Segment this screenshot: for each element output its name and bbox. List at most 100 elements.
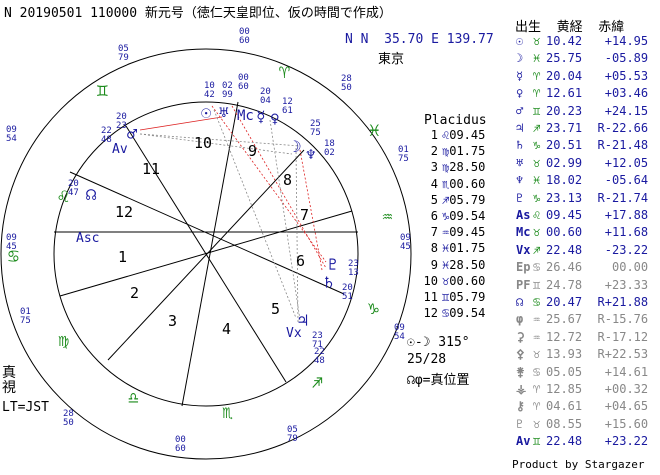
vertex-degree: 48 bbox=[314, 356, 325, 366]
body-longitude: 20.04 bbox=[546, 68, 583, 83]
uranus-degree: 99 bbox=[222, 90, 233, 100]
mercury-degree: 04 bbox=[260, 96, 271, 106]
cusp-12-6 bbox=[69, 171, 345, 295]
body-symbol: ⚶ bbox=[516, 382, 527, 396]
body-sign-glyph: ♉ bbox=[533, 416, 541, 431]
cusp-degree: 54 bbox=[394, 332, 405, 342]
body-declination: -05.64 bbox=[604, 173, 649, 188]
body-position-row: ☿ ♈ 20.04 +05.53 bbox=[516, 69, 648, 83]
body-declination: -05.89 bbox=[604, 51, 649, 66]
node-degree: 47 bbox=[68, 188, 79, 198]
body-sign-glyph: ♐ bbox=[533, 121, 541, 135]
cusp-degree: 45 bbox=[400, 242, 411, 252]
house-number-label: 8 bbox=[430, 241, 438, 256]
body-sign-glyph: ♉ bbox=[533, 155, 541, 170]
cusp-degree-value: 00.60 bbox=[449, 273, 486, 288]
body-longitude: 13.93 bbox=[546, 347, 583, 362]
body-declination: R-21.48 bbox=[597, 138, 649, 153]
vertex-glyph: Vx bbox=[286, 326, 302, 341]
saturn-glyph: ♄ bbox=[324, 273, 334, 292]
house-cusp-row: 1 ♌09.45 bbox=[418, 128, 486, 142]
cusp-degree: 75 bbox=[20, 316, 31, 326]
mercury-glyph: ☿ bbox=[256, 107, 266, 126]
sun-degree: 42 bbox=[204, 90, 215, 100]
lunar-phase-angle: ☉-☽ 315° bbox=[407, 335, 470, 350]
body-sign-glyph: ♊ bbox=[533, 103, 541, 118]
house-number-label: 5 bbox=[430, 192, 438, 207]
house-cusp-row: 4 ♏00.60 bbox=[418, 176, 486, 191]
house-number-label: 9 bbox=[430, 257, 438, 272]
moon-glyph: ☽ bbox=[292, 137, 302, 156]
house-number: 1 bbox=[118, 248, 127, 266]
body-position-row: Ep ♋ 26.46 00.00 bbox=[516, 260, 648, 274]
pisces-glyph: ♓ bbox=[369, 120, 380, 141]
body-position-row: ☊ ♋ 20.47 R+21.88 bbox=[516, 295, 648, 309]
body-symbol: ♂ bbox=[516, 103, 524, 118]
body-longitude: 26.46 bbox=[546, 260, 583, 275]
body-declination: +04.65 bbox=[604, 399, 649, 414]
cusp-3-9 bbox=[107, 149, 305, 361]
body-symbol: ☿ bbox=[516, 68, 524, 83]
body-declination: R-21.74 bbox=[597, 190, 649, 205]
house-cusp-row: 12 ♋09.54 bbox=[418, 306, 486, 320]
body-longitude: 04.61 bbox=[546, 399, 583, 414]
body-symbol: ♄ bbox=[516, 138, 524, 153]
cusp-degree-value: 00.60 bbox=[449, 176, 486, 191]
house-number-label: 6 bbox=[430, 209, 438, 223]
body-declination: +17.88 bbox=[604, 208, 649, 222]
timezone-label: LT=JST bbox=[2, 400, 49, 415]
cusp-degree-value: 01.75 bbox=[449, 241, 486, 256]
house-number: 3 bbox=[168, 312, 177, 330]
body-position-row: Vx ♐ 22.48 -23.22 bbox=[516, 243, 648, 257]
horoscope-wheel: 1 2 3 4 5 6 7 8 9 10 11 12 ♈ ♓ ♒ ♑ ♐ ♏ ♎… bbox=[0, 27, 412, 460]
body-sign-glyph: ♈ bbox=[533, 68, 541, 83]
body-position-row: ♀ ♈ 12.61 +03.46 bbox=[516, 86, 648, 100]
body-symbol: PF bbox=[516, 277, 531, 292]
body-declination: R+21.88 bbox=[597, 295, 649, 309]
body-longitude: 09.45 bbox=[546, 208, 583, 222]
body-sign-glyph: ♊ bbox=[533, 434, 541, 449]
house-number: 8 bbox=[283, 171, 292, 189]
house-number: 11 bbox=[142, 160, 160, 178]
body-symbol: ⚴ bbox=[516, 347, 525, 362]
body-position-row: Mc ♉ 00.60 +11.68 bbox=[516, 225, 648, 239]
body-symbol: ☽ bbox=[516, 51, 524, 66]
body-symbol: ⚷ bbox=[516, 399, 525, 414]
body-symbol: Ep bbox=[516, 260, 531, 275]
body-declination: +00.32 bbox=[604, 382, 649, 396]
body-symbol: Vx bbox=[516, 242, 531, 257]
body-position-row: ♃ ♐ 23.71 R-22.66 bbox=[516, 121, 648, 135]
body-declination: +11.68 bbox=[604, 225, 649, 240]
cusp-degree: 45 bbox=[6, 242, 17, 252]
av-degree: 48 bbox=[101, 135, 112, 145]
body-longitude: 02.99 bbox=[546, 155, 583, 170]
body-position-row: ⚴ ♉ 13.93 R+22.53 bbox=[516, 347, 648, 361]
mars-glyph: ♂ bbox=[127, 125, 138, 145]
body-position-row: ⚷ ♈ 04.61 +04.65 bbox=[516, 399, 648, 413]
body-sign-glyph: ♌ bbox=[533, 208, 541, 222]
cusp-degree: 50 bbox=[341, 83, 352, 93]
cusp-degree-value: 09.45 bbox=[449, 225, 486, 240]
body-declination: +24.15 bbox=[604, 103, 649, 118]
body-longitude: 24.78 bbox=[546, 277, 583, 292]
neptune-degree: 02 bbox=[324, 148, 335, 158]
true-view-label: 真 視 bbox=[2, 365, 16, 396]
house-cusp-row: 7 ♒09.45 bbox=[418, 225, 486, 240]
house-number-label: 4 bbox=[430, 176, 438, 191]
aquarius-glyph: ♒ bbox=[382, 206, 393, 227]
body-longitude: 00.60 bbox=[546, 225, 583, 240]
body-declination: +05.53 bbox=[604, 68, 649, 83]
body-sign-glyph: ♒ bbox=[533, 312, 541, 327]
body-longitude: 10.42 bbox=[546, 34, 583, 48]
house-number-label: 2 bbox=[430, 144, 438, 159]
body-position-row: ⚳ ♒ 12.72 R-17.12 bbox=[516, 330, 648, 344]
house-number: 10 bbox=[194, 134, 212, 152]
cusp-degree: 79 bbox=[118, 53, 129, 63]
virgo-glyph: ♍ bbox=[58, 330, 69, 351]
body-longitude: 25.67 bbox=[546, 312, 583, 327]
body-declination: +12.05 bbox=[604, 155, 649, 170]
body-sign-glyph: ♑ bbox=[533, 138, 541, 153]
gemini-glyph: ♊ bbox=[97, 80, 108, 101]
body-sign-glyph: ♈ bbox=[533, 399, 541, 414]
body-sign-glyph: ♊ bbox=[533, 277, 541, 292]
